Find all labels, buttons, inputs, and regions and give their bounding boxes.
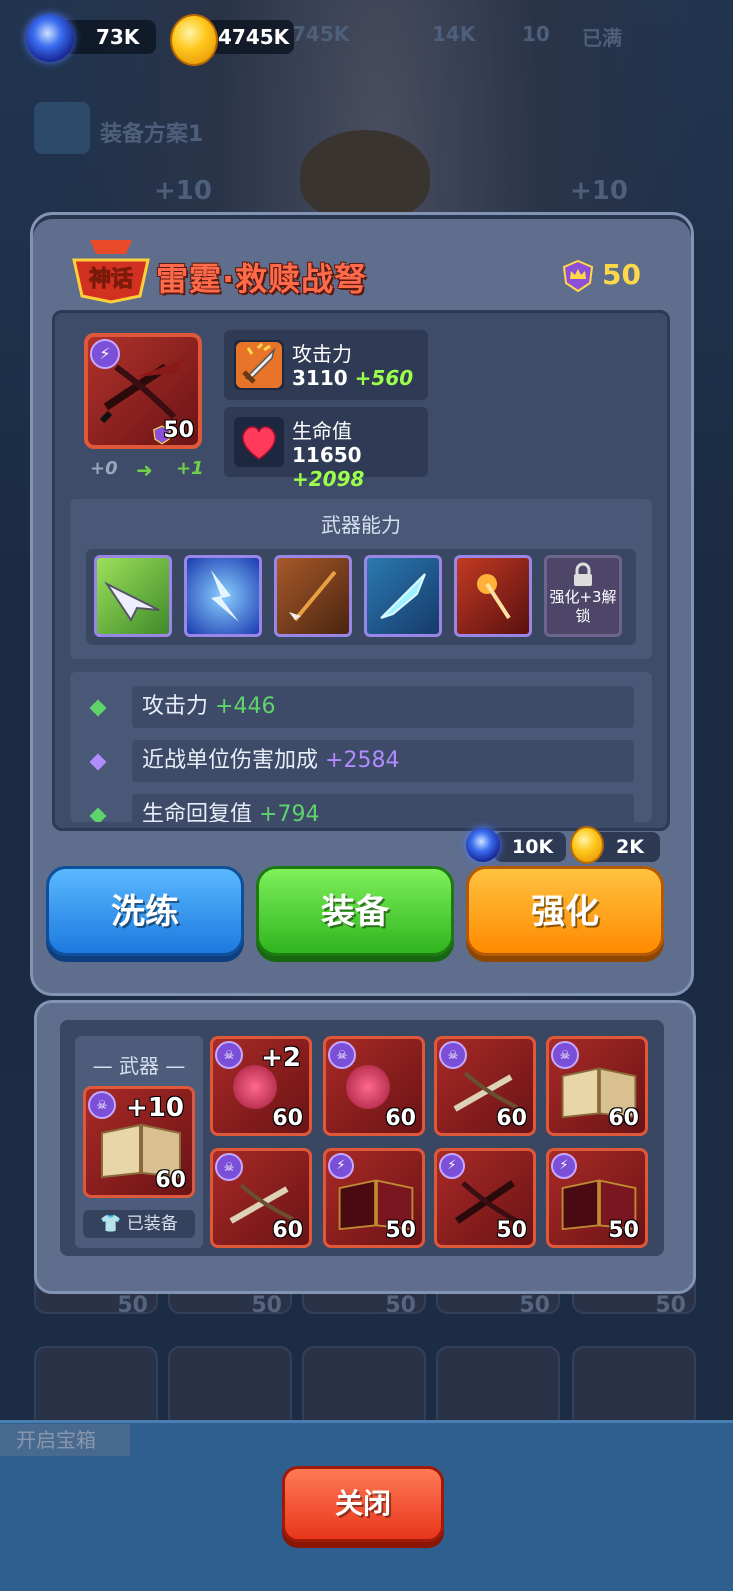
shirt-icon: 👕 [100, 1214, 122, 1234]
upgrade-to: +1 [176, 458, 204, 479]
abilities-title: 武器能力 [321, 513, 401, 537]
inventory-item[interactable]: ☠ 60 [434, 1036, 536, 1136]
item-level: 50 [608, 1218, 639, 1243]
bg-storage-status: 已满 [582, 26, 622, 50]
item-power-level: 50 [602, 258, 641, 291]
weapon-abilities-section: 武器能力 强化+3解锁 [70, 499, 652, 659]
mythic-rarity-badge: 神话 [72, 240, 150, 304]
item-level: 60 [272, 1218, 303, 1243]
equipped-status-tag: 👕 已装备 [83, 1210, 195, 1238]
equip-button[interactable]: 装备 [256, 866, 454, 956]
bg-currency-3: 10 [522, 22, 550, 46]
effect-row: 生命回复值 +794 [132, 794, 634, 822]
effect-row: 攻击力 +446 [132, 686, 634, 728]
crown-shield-icon [562, 259, 594, 293]
stat-label: 生命值 [292, 419, 352, 443]
energy-value: 73K [96, 25, 140, 49]
item-name: 雷霆·救赎战弩 [156, 260, 368, 298]
effect-row: 近战单位伤害加成 +2584 [132, 740, 634, 782]
coin-icon [170, 14, 218, 66]
demon-skull-icon: ☠ [88, 1091, 116, 1119]
energy-icon [466, 828, 500, 862]
character-portrait [300, 130, 430, 220]
weapon-card[interactable]: ⚡ 50 [84, 333, 202, 449]
demon-skull-icon: ☠ [328, 1041, 356, 1069]
bg-slot-plus-left: +10 [154, 176, 212, 206]
arrow-ability-icon[interactable] [94, 555, 172, 637]
abilities-strip: 强化+3解锁 [86, 549, 636, 645]
item-level: 60 [608, 1106, 639, 1131]
inventory-item[interactable]: ☠ 60 [210, 1148, 312, 1248]
loadout-name: 装备方案1 [100, 122, 204, 147]
demon-skull-icon: ☠ [215, 1041, 243, 1069]
item-level: 50 [385, 1218, 416, 1243]
inventory-item[interactable]: ☠ 60 [323, 1036, 425, 1136]
coin-icon [570, 826, 604, 864]
enhance-button[interactable]: 强化 [466, 866, 664, 956]
stat-value: 3110 +560 [292, 366, 414, 390]
item-level: 60 [385, 1106, 416, 1131]
close-button[interactable]: 关闭 [282, 1466, 444, 1542]
stat-value: 11650 +2098 [292, 443, 365, 491]
lightning-element-icon: ⚡ [90, 339, 120, 369]
stat-label: 攻击力 [292, 342, 352, 366]
svg-text:神话: 神话 [89, 266, 133, 292]
effects-list[interactable]: 攻击力 +446 近战单位伤害加成 +2584 生命回复值 +794 [70, 672, 652, 822]
loadout-icon [34, 102, 90, 154]
bg-currency-2: 14K [432, 22, 476, 46]
weapon-card-level: 50 [163, 418, 194, 443]
locked-ability-slot[interactable]: 强化+3解锁 [544, 555, 622, 637]
bg-slot-plus-right: +10 [570, 176, 628, 206]
equipped-weapon-slot: — 武器 — ☠ +10 60 👕 已装备 [75, 1036, 203, 1248]
stat-health: 生命值 11650 +2098 [224, 407, 428, 491]
ice-shard-ability-icon[interactable] [364, 555, 442, 637]
locked-ability-label: 强化+3解锁 [549, 588, 617, 625]
spear-ability-icon[interactable] [274, 555, 352, 637]
inventory-item[interactable]: ☠ 60 [546, 1036, 648, 1136]
lightning-ability-icon[interactable] [184, 555, 262, 637]
upgrade-from: +0 [90, 458, 118, 479]
heart-icon [234, 417, 284, 467]
orb-icon [346, 1065, 390, 1109]
arrow-right-icon: ➜ [136, 458, 153, 482]
equipped-header: — 武器 — [92, 1054, 186, 1078]
open-chest-label: 开启宝箱 [0, 1424, 130, 1456]
lock-icon [574, 562, 592, 586]
energy-icon [26, 14, 74, 62]
stat-attack: 攻击力 3110 +560 [224, 330, 428, 400]
reforge-button[interactable]: 洗练 [46, 866, 244, 956]
inventory-item[interactable]: ⚡ 50 [546, 1148, 648, 1248]
item-level: 60 [496, 1106, 527, 1131]
diamond-icon [89, 807, 107, 822]
equipped-item-card[interactable]: ☠ +10 60 [83, 1086, 195, 1198]
energy-cost: 10K [494, 832, 566, 862]
diamond-icon [89, 699, 107, 717]
item-level: 60 [155, 1168, 186, 1193]
diamond-icon [89, 753, 107, 771]
sword-icon [234, 340, 284, 390]
fire-arrow-ability-icon[interactable] [454, 555, 532, 637]
gold-value: 4745K [218, 25, 290, 49]
inventory-item[interactable]: ☠ +2 60 [210, 1036, 312, 1136]
orb-icon [233, 1065, 277, 1109]
item-level: 60 [272, 1106, 303, 1131]
inventory-item[interactable]: ⚡ 50 [323, 1148, 425, 1248]
bg-currency-1: 745K [292, 22, 350, 46]
item-level: 50 [496, 1218, 527, 1243]
inventory-item[interactable]: ⚡ 50 [434, 1148, 536, 1248]
